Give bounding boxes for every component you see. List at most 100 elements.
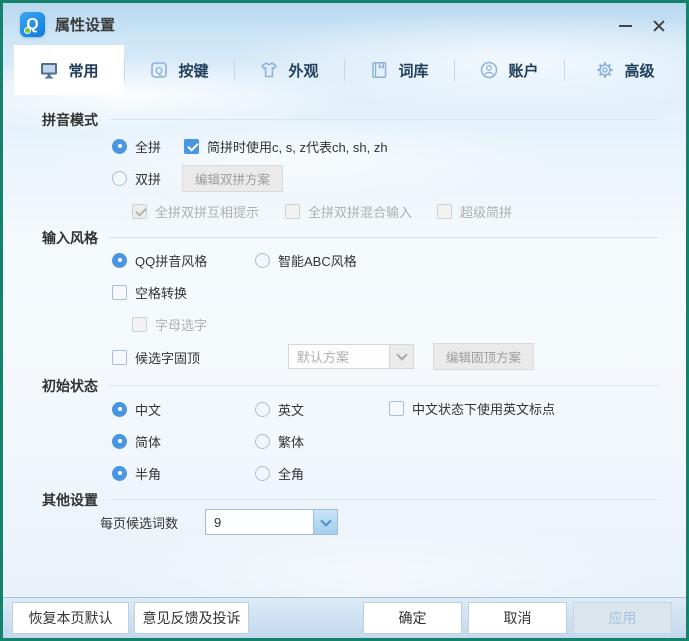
tab-common[interactable]: 常用 <box>14 45 124 95</box>
half-width-radio[interactable] <box>112 466 127 481</box>
candidates-per-page-group: 每页候选词数 <box>100 514 178 530</box>
candidates-per-page-dropdown[interactable]: 9 <box>205 509 338 535</box>
mixed-input-checkbox <box>285 204 300 219</box>
simplified-radio[interactable] <box>112 434 127 449</box>
super-jianpin-checkbox-group: 超级简拼 <box>437 203 512 219</box>
full-width-label[interactable]: 全角 <box>278 464 304 483</box>
candidates-per-page-label: 每页候选词数 <box>100 513 178 532</box>
qq-style-label[interactable]: QQ拼音风格 <box>135 251 207 270</box>
candidate-pin-label[interactable]: 候选字固顶 <box>135 348 200 367</box>
ok-button[interactable]: 确定 <box>363 602 462 634</box>
traditional-radio[interactable] <box>255 434 270 449</box>
traditional-radio-group[interactable]: 繁体 <box>255 433 304 449</box>
section-title-other-settings: 其他设置 <box>42 490 98 510</box>
english-radio-group[interactable]: 英文 <box>255 401 304 417</box>
minimize-button[interactable] <box>611 14 639 38</box>
chinese-radio-group[interactable]: 中文 <box>112 401 161 417</box>
simplified-radio-group[interactable]: 简体 <box>112 433 161 449</box>
letter-select-checkbox <box>132 317 147 332</box>
half-width-radio-group[interactable]: 半角 <box>112 465 161 481</box>
jianpin-checkbox[interactable] <box>184 139 199 154</box>
dictionary-book-icon <box>369 60 389 80</box>
space-convert-checkbox-group[interactable]: 空格转换 <box>112 284 187 300</box>
tab-advanced[interactable]: 高级 <box>564 45 686 95</box>
tab-label: 常用 <box>68 60 98 81</box>
abc-style-label[interactable]: 智能ABC风格 <box>278 251 357 270</box>
chinese-label[interactable]: 中文 <box>135 400 161 419</box>
apply-button: 应用 <box>573 602 672 634</box>
tab-keys[interactable]: Q 按键 <box>124 45 234 95</box>
abc-style-radio[interactable] <box>255 253 270 268</box>
dropdown-button <box>389 345 413 368</box>
edit-pin-scheme-button: 编辑固顶方案 <box>433 343 534 370</box>
close-button[interactable] <box>645 14 673 38</box>
candidates-per-page-value: 9 <box>206 510 313 534</box>
candidate-pin-checkbox[interactable] <box>112 350 127 365</box>
window-title: 属性设置 <box>55 14 115 35</box>
english-radio[interactable] <box>255 402 270 417</box>
tab-label: 账户 <box>508 60 538 81</box>
footer-bar: 恢复本页默认 意见反馈及投诉 确定 取消 应用 <box>3 597 686 638</box>
logo-green-dot <box>24 27 31 34</box>
letter-select-checkbox-group: 字母选字 <box>132 316 207 332</box>
edit-shuangpin-button: 编辑双拼方案 <box>182 165 283 192</box>
quanpin-label[interactable]: 全拼 <box>135 137 161 156</box>
english-label[interactable]: 英文 <box>278 400 304 419</box>
svg-text:Q: Q <box>156 66 164 77</box>
mixed-input-label: 全拼双拼混合输入 <box>308 202 412 221</box>
shuangpin-radio[interactable] <box>112 171 127 186</box>
space-convert-checkbox[interactable] <box>112 285 127 300</box>
chevron-down-icon <box>396 349 407 360</box>
restore-defaults-button[interactable]: 恢复本页默认 <box>12 602 129 634</box>
jianpin-checkbox-group[interactable]: 简拼时使用c, s, z代表ch, sh, zh <box>184 138 388 154</box>
super-jianpin-checkbox <box>437 204 452 219</box>
tab-label: 按键 <box>178 60 208 81</box>
abc-style-radio-group[interactable]: 智能ABC风格 <box>255 252 357 268</box>
section-title-initial-state: 初始状态 <box>42 376 98 396</box>
tab-label: 外观 <box>288 60 318 81</box>
section-title-input-style: 输入风格 <box>42 228 98 248</box>
title-bar: Q 属性设置 <box>3 3 686 45</box>
mixed-input-checkbox-group: 全拼双拼混合输入 <box>285 203 412 219</box>
chevron-down-icon <box>320 515 331 526</box>
traditional-label[interactable]: 繁体 <box>278 432 304 451</box>
full-width-radio[interactable] <box>255 466 270 481</box>
quanpin-radio[interactable] <box>112 139 127 154</box>
cancel-button[interactable]: 取消 <box>468 602 567 634</box>
candidate-pin-checkbox-group[interactable]: 候选字固顶 <box>112 349 200 365</box>
mutual-hint-checkbox-group: 全拼双拼互相提示 <box>132 203 259 219</box>
english-punct-checkbox[interactable] <box>389 401 404 416</box>
letter-select-label: 字母选字 <box>155 315 207 334</box>
quanpin-radio-group[interactable]: 全拼 <box>112 138 161 154</box>
tab-dictionary[interactable]: 词库 <box>344 45 454 95</box>
section-rule <box>110 237 658 238</box>
pin-scheme-dropdown: 默认方案 <box>288 344 414 369</box>
half-width-label[interactable]: 半角 <box>135 464 161 483</box>
tab-label: 高级 <box>624 60 654 81</box>
super-jianpin-label: 超级简拼 <box>460 202 512 221</box>
qq-pinyin-logo: Q <box>20 12 45 37</box>
section-title-pinyin-mode: 拼音模式 <box>42 110 98 130</box>
qq-style-radio[interactable] <box>112 253 127 268</box>
tab-appearance[interactable]: 外观 <box>234 45 344 95</box>
shuangpin-label[interactable]: 双拼 <box>135 169 161 188</box>
feedback-button[interactable]: 意见反馈及投诉 <box>134 602 249 634</box>
english-punct-checkbox-group[interactable]: 中文状态下使用英文标点 <box>389 400 555 416</box>
section-rule <box>110 499 658 500</box>
space-convert-label[interactable]: 空格转换 <box>135 283 187 302</box>
qq-style-radio-group[interactable]: QQ拼音风格 <box>112 252 207 268</box>
tab-label: 词库 <box>398 60 428 81</box>
chinese-radio[interactable] <box>112 402 127 417</box>
shuangpin-radio-group[interactable]: 双拼 <box>112 170 161 186</box>
dropdown-button[interactable] <box>313 510 337 534</box>
section-rule <box>110 119 658 120</box>
window-border <box>0 0 689 641</box>
minimize-dash-icon <box>619 25 632 27</box>
tab-account[interactable]: 账户 <box>454 45 564 95</box>
simplified-label[interactable]: 简体 <box>135 432 161 451</box>
english-punct-label[interactable]: 中文状态下使用英文标点 <box>412 399 555 418</box>
tshirt-icon <box>259 60 279 80</box>
full-width-radio-group[interactable]: 全角 <box>255 465 304 481</box>
section-rule <box>110 385 658 386</box>
jianpin-label[interactable]: 简拼时使用c, s, z代表ch, sh, zh <box>207 137 388 156</box>
